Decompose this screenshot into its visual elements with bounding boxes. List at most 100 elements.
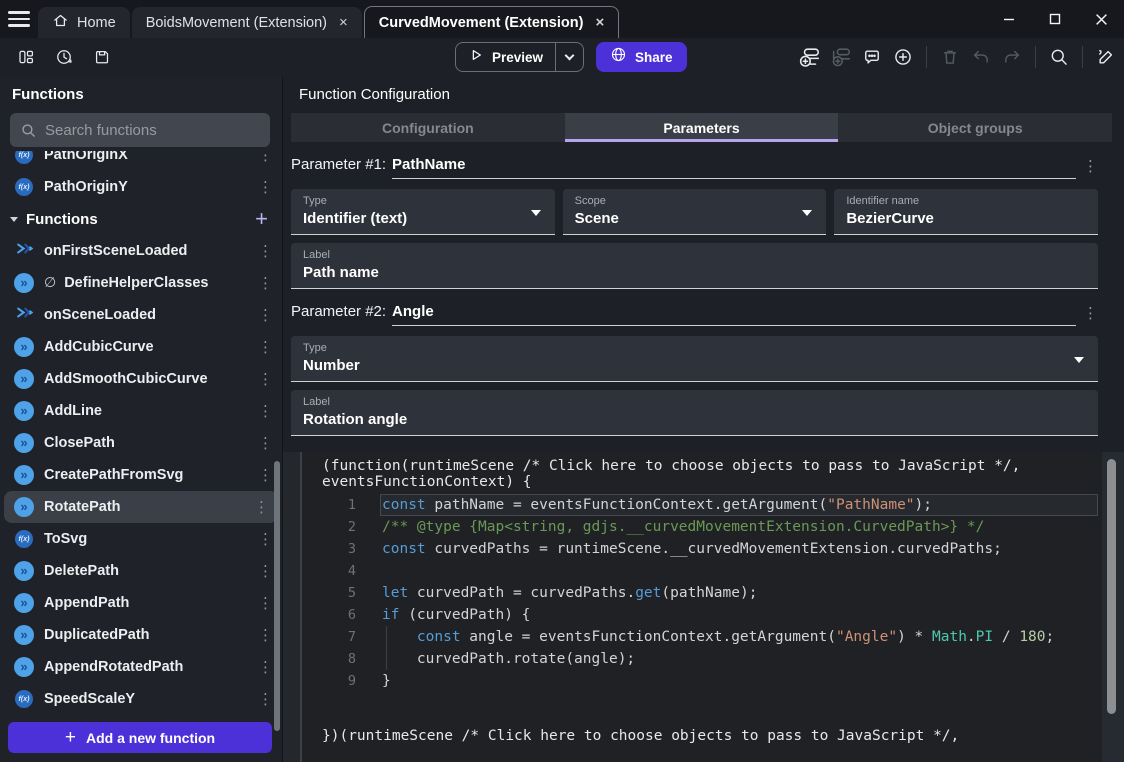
function-item-rotatepath[interactable]: »RotatePath⋮ <box>4 491 278 523</box>
edit-icon[interactable] <box>1094 45 1118 69</box>
kebab-menu-icon[interactable]: ⋮ <box>258 530 272 548</box>
tab-parameters[interactable]: Parameters <box>565 113 839 142</box>
function-item-onsceneloaded[interactable]: onSceneLoaded⋮ <box>0 299 282 331</box>
function-item-appendpath[interactable]: »AppendPath⋮ <box>0 587 282 619</box>
input-identifier-name[interactable]: Identifier nameBezierCurve <box>834 189 1098 235</box>
function-expression-icon: f(x) <box>15 151 33 164</box>
function-name: PathOriginY <box>44 179 248 195</box>
function-item-closepath[interactable]: »ClosePath⋮ <box>0 427 282 459</box>
function-item-tosvg[interactable]: f(x)ToSvg⋮ <box>0 523 282 555</box>
parameter-header: Parameter #1:PathName⋮ <box>291 156 1098 179</box>
function-item-addcubiccurve[interactable]: »AddCubicCurve⋮ <box>0 331 282 363</box>
function-item-appendrotatedpath[interactable]: »AppendRotatedPath⋮ <box>0 651 282 683</box>
parameter-name-input[interactable]: Angle <box>392 303 1076 326</box>
add-function-button[interactable]: + Add a new function <box>8 722 272 753</box>
function-item-pathoriginy[interactable]: f(x)PathOriginY⋮ <box>0 171 282 203</box>
input-label[interactable]: LabelRotation angle <box>291 390 1098 436</box>
code-line-3[interactable]: 3const curvedPaths = runtimeScene.__curv… <box>302 538 1102 560</box>
code-line-5[interactable]: 5let curvedPath = curvedPaths.get(pathNa… <box>302 582 1102 604</box>
kebab-menu-icon[interactable]: ⋮ <box>1083 304 1098 322</box>
code-line-2[interactable]: 2/** @type {Map<string, gdjs.__curvedMov… <box>302 516 1102 538</box>
hamburger-menu-icon[interactable] <box>0 0 38 38</box>
tab-label: Home <box>77 15 116 31</box>
kebab-menu-icon[interactable]: ⋮ <box>1083 157 1098 175</box>
add-subevent-icon <box>829 45 853 69</box>
tab-configuration[interactable]: Configuration <box>291 113 565 142</box>
function-item-speedscaley[interactable]: f(x)SpeedScaleY⋮ <box>0 683 282 714</box>
function-item-addsmoothcubiccurve[interactable]: »AddSmoothCubicCurve⋮ <box>0 363 282 395</box>
close-icon[interactable]: × <box>595 15 604 30</box>
editor-scrollbar[interactable] <box>1107 459 1116 714</box>
field-label: Scope <box>575 195 815 207</box>
share-button[interactable]: Share <box>596 42 687 72</box>
kebab-menu-icon[interactable]: ⋮ <box>258 594 272 612</box>
tab-boidsmovement[interactable]: BoidsMovement (Extension) × <box>132 7 362 38</box>
project-manager-icon[interactable] <box>14 45 38 69</box>
save-icon[interactable] <box>90 45 114 69</box>
add-circle-icon[interactable] <box>891 45 915 69</box>
close-icon[interactable]: × <box>339 15 348 30</box>
kebab-menu-icon[interactable]: ⋮ <box>258 242 272 260</box>
field-label: Identifier name <box>846 195 1086 207</box>
kebab-menu-icon[interactable]: ⋮ <box>258 626 272 644</box>
code-footer-line1[interactable]: })(runtimeScene /* Click here to choose … <box>322 728 1102 744</box>
function-item-deletepath[interactable]: »DeletePath⋮ <box>0 555 282 587</box>
tab-object-groups[interactable]: Object groups <box>838 113 1112 142</box>
code-line-7[interactable]: 7 const angle = eventsFunctionContext.ge… <box>302 626 1102 648</box>
kebab-menu-icon[interactable]: ⋮ <box>258 658 272 676</box>
kebab-menu-icon[interactable]: ⋮ <box>254 498 268 516</box>
kebab-menu-icon[interactable]: ⋮ <box>258 402 272 420</box>
code-line-6[interactable]: 6if (curvedPath) { <box>302 604 1102 626</box>
kebab-menu-icon[interactable]: ⋮ <box>258 306 272 324</box>
search-icon[interactable] <box>1047 45 1071 69</box>
kebab-menu-icon[interactable]: ⋮ <box>258 562 272 580</box>
select-scope[interactable]: Scope Scene <box>563 189 827 235</box>
function-item-createpathfromsvg[interactable]: »CreatePathFromSvg⋮ <box>0 459 282 491</box>
history-icon[interactable] <box>52 45 76 69</box>
code-line-8[interactable]: 8 curvedPath.rotate(angle); <box>302 648 1102 670</box>
line-number: 7 <box>302 629 356 645</box>
maximize-icon[interactable] <box>1032 0 1078 38</box>
code-header[interactable]: (function(runtimeScene /* Click here to … <box>302 452 1102 494</box>
private-icon: ∅ <box>44 275 56 291</box>
parameter-fields-row: TypeIdentifier (text) Scope Scene Identifie… <box>291 189 1098 235</box>
tab-home[interactable]: Home <box>38 7 130 38</box>
tab-curvedmovement[interactable]: CurvedMovement (Extension) × <box>364 6 619 38</box>
function-item-definehelperclasses[interactable]: »∅DefineHelperClasses⋮ <box>0 267 282 299</box>
add-icon[interactable]: + <box>255 208 268 230</box>
add-event-icon[interactable] <box>798 45 822 69</box>
function-item-onfirstsceneloaded[interactable]: onFirstSceneLoaded⋮ <box>0 235 282 267</box>
functions-list: f(x)PathOriginX⋮f(x) PathOriginY ⋮ Function… <box>0 151 282 714</box>
sidebar-scrollbar[interactable] <box>274 461 280 731</box>
field-value: Scene <box>575 210 815 227</box>
kebab-menu-icon[interactable]: ⋮ <box>258 338 272 356</box>
kebab-menu-icon[interactable]: ⋮ <box>258 274 272 292</box>
kebab-menu-icon[interactable]: ⋮ <box>258 690 272 708</box>
kebab-menu-icon[interactable]: ⋮ <box>258 466 272 484</box>
parameter-name-input[interactable]: PathName <box>392 156 1076 179</box>
javascript-code-editor[interactable]: (function(runtimeScene /* Click here to … <box>302 452 1102 762</box>
functions-section-header[interactable]: Functions+ <box>0 203 282 235</box>
toolbar: Preview Share <box>0 38 1124 76</box>
code-line-1[interactable]: 1const pathName = eventsFunctionContext.… <box>302 494 1102 516</box>
line-number: 8 <box>302 651 356 667</box>
function-item-duplicatedpath[interactable]: »DuplicatedPath⋮ <box>0 619 282 651</box>
function-item-addline[interactable]: »AddLine⋮ <box>0 395 282 427</box>
select-type[interactable]: TypeIdentifier (text) <box>291 189 555 235</box>
select-type[interactable]: TypeNumber <box>291 336 1098 382</box>
tab-label: CurvedMovement (Extension) <box>379 15 584 31</box>
kebab-menu-icon[interactable]: ⋮ <box>258 151 272 164</box>
preview-button[interactable]: Preview <box>455 42 584 72</box>
preview-dropdown-button[interactable] <box>556 56 583 59</box>
minimize-icon[interactable] <box>986 0 1032 38</box>
kebab-menu-icon[interactable]: ⋮ <box>258 370 272 388</box>
search-input[interactable]: Search functions <box>10 113 270 147</box>
code-line-9[interactable]: 9} <box>302 670 1102 692</box>
kebab-menu-icon[interactable]: ⋮ <box>258 178 272 196</box>
comment-icon[interactable] <box>860 45 884 69</box>
close-window-icon[interactable] <box>1078 0 1124 38</box>
function-item-pathoriginx[interactable]: f(x)PathOriginX⋮ <box>0 151 282 171</box>
code-line-4[interactable]: 4 <box>302 560 1102 582</box>
kebab-menu-icon[interactable]: ⋮ <box>258 434 272 452</box>
input-label[interactable]: LabelPath name <box>291 243 1098 289</box>
